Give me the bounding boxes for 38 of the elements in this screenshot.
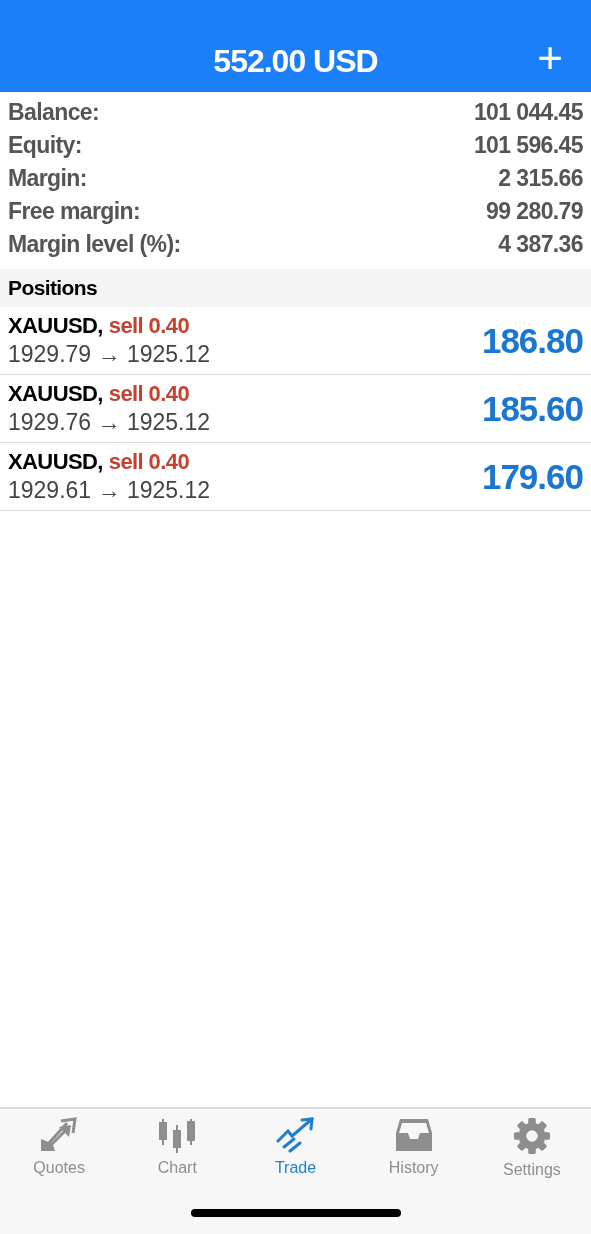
tab[interactable]: Quotes bbox=[0, 1117, 119, 1179]
summary-value: 4 387.36 bbox=[498, 231, 583, 258]
position-prices: 1929.61 → 1925.12 bbox=[8, 477, 211, 504]
summary-label: Equity: bbox=[8, 132, 82, 159]
tab[interactable]: History bbox=[354, 1117, 473, 1179]
summary-value: 2 315.66 bbox=[498, 165, 583, 192]
summary-value: 99 280.79 bbox=[486, 198, 583, 225]
tab[interactable]: Trade bbox=[236, 1117, 355, 1179]
position-order: sell 0.40 bbox=[108, 313, 190, 339]
section-header: Positions bbox=[0, 269, 591, 307]
add-button[interactable]: + bbox=[533, 38, 567, 78]
position-profit: 185.60 bbox=[481, 388, 583, 429]
position-symbol: XAUUSD, bbox=[8, 313, 103, 339]
position-symbol: XAUUSD, bbox=[8, 449, 103, 475]
summary-label: Balance: bbox=[8, 99, 100, 126]
position-row[interactable]: XAUUSD, sell 0.40 1929.61 → 1925.12 179.60 bbox=[0, 443, 591, 511]
settings-icon bbox=[512, 1117, 551, 1155]
position-symbol: XAUUSD, bbox=[8, 381, 103, 407]
position-order: sell 0.40 bbox=[108, 381, 190, 407]
tab[interactable]: Settings bbox=[472, 1117, 591, 1179]
trend-arrow-icon bbox=[275, 1117, 316, 1153]
summary-label: Margin level (%): bbox=[8, 231, 181, 258]
position-row[interactable]: XAUUSD, sell 0.40 1929.76 → 1925.12 185.60 bbox=[0, 375, 591, 443]
summary-value: 101 044.45 bbox=[473, 99, 583, 126]
balance-title: 552.00 USD bbox=[213, 43, 378, 80]
candlestick-icon bbox=[157, 1117, 198, 1153]
summary-value: 101 596.45 bbox=[473, 132, 583, 159]
arrows-icon bbox=[39, 1117, 80, 1153]
position-prices: 1929.76 → 1925.12 bbox=[8, 409, 211, 436]
tab[interactable]: Chart bbox=[118, 1117, 237, 1179]
summary-label: Margin: bbox=[8, 165, 87, 192]
position-row[interactable]: XAUUSD, sell 0.40 1929.79 → 1925.12 186.80 bbox=[0, 307, 591, 375]
summary-label: Free margin: bbox=[8, 198, 141, 225]
position-profit: 179.60 bbox=[481, 456, 583, 497]
position-prices: 1929.79 → 1925.12 bbox=[8, 341, 211, 368]
position-order: sell 0.40 bbox=[108, 449, 190, 475]
position-profit: 186.80 bbox=[481, 320, 583, 361]
inbox-icon bbox=[393, 1117, 434, 1153]
